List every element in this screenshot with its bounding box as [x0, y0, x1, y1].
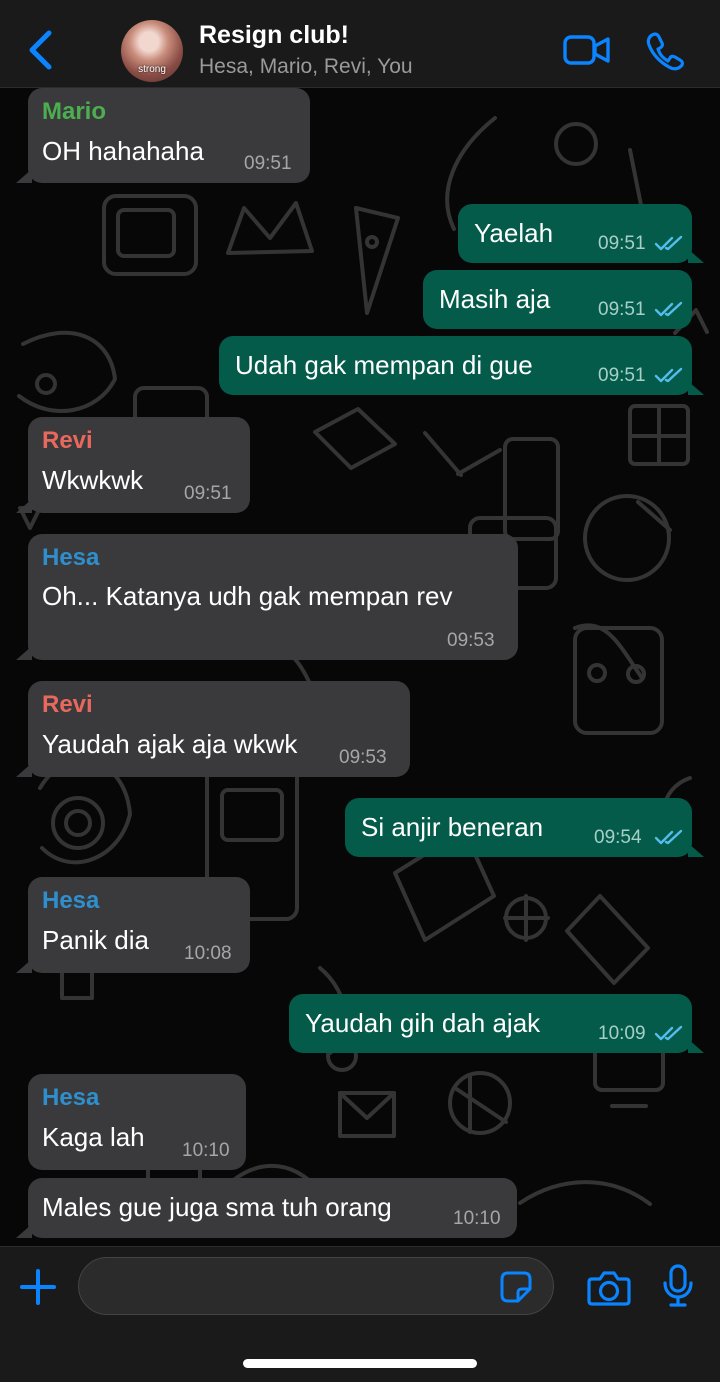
message-text: Yaudah ajak aja wkwk	[42, 729, 298, 759]
video-call-icon[interactable]	[563, 33, 611, 67]
bubble-tail	[688, 1039, 704, 1053]
message-bubble-out[interactable]: Yaelah 09:51	[458, 204, 704, 263]
back-icon[interactable]	[22, 28, 58, 72]
message-bubble-out[interactable]: Udah gak mempan di gue 09:51	[219, 336, 704, 395]
read-receipt-icon	[654, 235, 683, 251]
bubble-tail	[16, 169, 32, 183]
message-text: Wkwkwk	[42, 465, 144, 495]
message-bubble-mario[interactable]: Mario OH hahahaha 09:51	[16, 88, 310, 183]
message-time: 10:10	[453, 1208, 501, 1229]
message-sender: Hesa	[42, 887, 100, 914]
message-bubble-revi[interactable]: Revi Wkwkwk 09:51	[16, 417, 250, 513]
message-time: 10:08	[184, 943, 232, 964]
message-text: Yaelah	[474, 218, 554, 248]
bubble-tail	[16, 763, 32, 777]
read-receipt-icon	[654, 367, 683, 383]
message-time: 10:10	[182, 1140, 230, 1161]
read-receipt-icon	[654, 301, 683, 317]
message-text: Oh... Katanya udh gak mempan rev	[42, 581, 453, 611]
message-input[interactable]	[78, 1257, 554, 1315]
phone-call-icon[interactable]	[645, 31, 685, 71]
chat-title[interactable]: Resign club!	[199, 21, 349, 50]
message-bubble-out[interactable]: Yaudah gih dah ajak 10:09	[289, 994, 704, 1053]
message-text: Masih aja	[439, 284, 551, 314]
sticker-icon[interactable]	[498, 1269, 534, 1305]
message-sender: Mario	[42, 98, 107, 125]
message-bubble-out[interactable]: Si anjir beneran 09:54	[345, 798, 704, 857]
message-sender: Revi	[42, 691, 93, 718]
chat-area[interactable]: Mario OH hahahaha 09:51 Yaelah 09:51 Mas…	[0, 88, 720, 1246]
message-bubble-hesa[interactable]: Hesa Kaga lah 10:10	[28, 1074, 246, 1170]
message-text: Panik dia	[42, 925, 149, 955]
message-bubble-hesa[interactable]: Hesa Panik dia 10:08	[16, 877, 250, 973]
bubble-tail	[688, 843, 704, 857]
message-bubble-revi[interactable]: Revi Yaudah ajak aja wkwk 09:53	[16, 681, 410, 777]
message-time: 09:51	[244, 153, 292, 174]
bubble-tail	[16, 1224, 32, 1238]
participants-list[interactable]: Hesa, Mario, Revi, You	[199, 55, 413, 79]
message-text: Males gue juga sma tuh orang	[42, 1192, 392, 1222]
message-sender: Hesa	[42, 544, 100, 571]
read-receipt-icon	[654, 829, 683, 845]
camera-icon[interactable]	[587, 1267, 631, 1307]
bubble-tail	[16, 646, 32, 660]
bubble-tail	[16, 959, 32, 973]
home-indicator	[243, 1359, 477, 1368]
message-composer	[0, 1246, 720, 1382]
message-time: 10:09	[598, 1023, 646, 1044]
message-bubble-hesa[interactable]: Hesa Oh... Katanya udh gak mempan rev 09…	[16, 534, 518, 660]
chat-header: strong Resign club! Hesa, Mario, Revi, Y…	[0, 0, 720, 88]
bubble-tail	[688, 381, 704, 395]
message-sender: Revi	[42, 427, 93, 454]
message-time: 09:54	[594, 827, 642, 848]
message-time: 09:51	[598, 365, 646, 386]
bubble-tail	[688, 249, 704, 263]
message-text: Si anjir beneran	[361, 812, 544, 842]
read-receipt-icon	[654, 1025, 683, 1041]
group-avatar[interactable]: strong	[121, 20, 183, 82]
message-bubble-out[interactable]: Masih aja 09:51	[423, 270, 692, 329]
message-time: 09:51	[598, 233, 646, 254]
bubble-tail	[16, 499, 32, 513]
avatar-caption: strong	[138, 64, 166, 75]
message-time: 09:51	[184, 483, 232, 504]
message-text: Kaga lah	[42, 1122, 145, 1152]
message-sender: Hesa	[42, 1084, 100, 1111]
message-text: Udah gak mempan di gue	[235, 350, 533, 380]
message-text: OH hahahaha	[42, 136, 204, 166]
message-text: Yaudah gih dah ajak	[305, 1008, 541, 1038]
message-time: 09:53	[339, 747, 387, 768]
message-time: 09:53	[447, 630, 495, 651]
plus-icon[interactable]	[18, 1267, 58, 1307]
microphone-icon[interactable]	[661, 1263, 695, 1307]
message-bubble-hesa[interactable]: Males gue juga sma tuh orang 10:10	[16, 1178, 517, 1238]
message-time: 09:51	[598, 299, 646, 320]
